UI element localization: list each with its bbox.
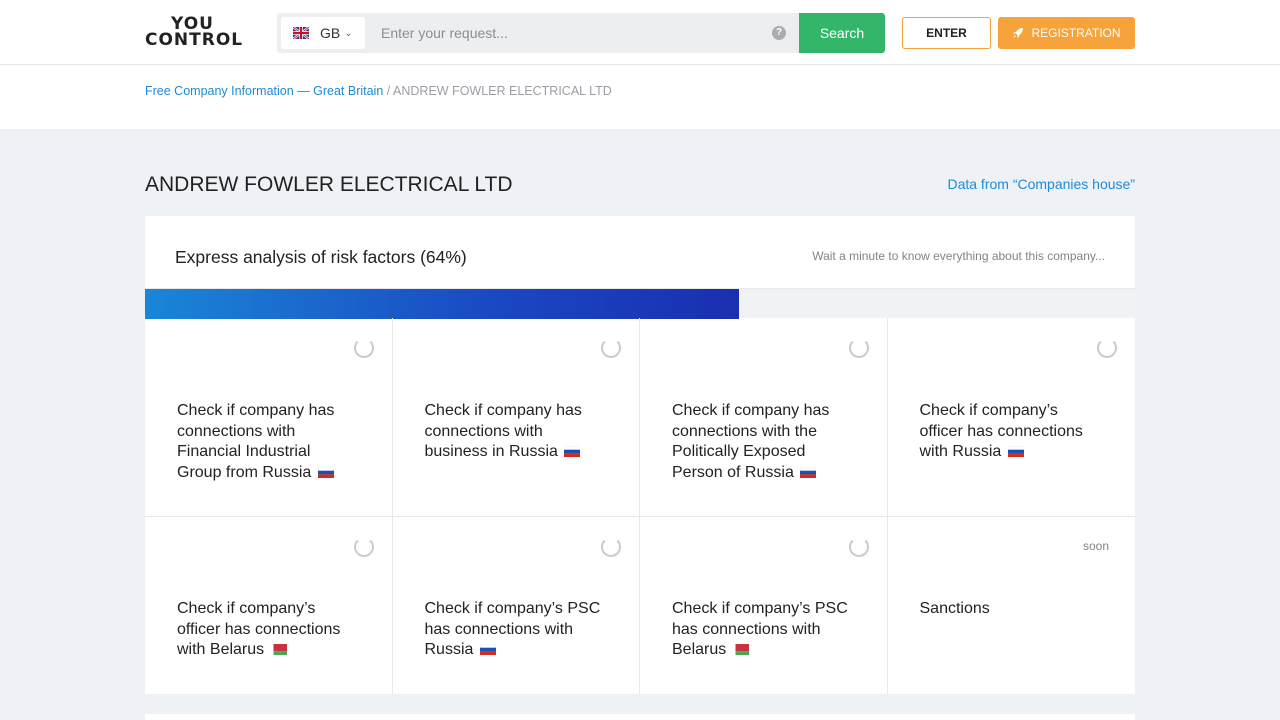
search-bar: GB ⌄ ? [277,13,799,53]
check-label: Check if company’s PSC has connections w… [672,600,848,658]
registration-button[interactable]: REGISTRATION [998,17,1135,49]
loading-spinner-icon [848,537,869,557]
top-bar: YOU CONTROL GB ⌄ ? Search ENTER REG [0,0,1280,65]
belarus-flag-icon [270,644,287,655]
russia-flag-icon [564,446,581,457]
check-card[interactable]: Check if company has connections with bu… [392,318,640,517]
check-card[interactable]: soon Sanctions [888,517,1136,694]
loading-spinner-icon [601,338,621,358]
breadcrumb: Free Company Information — Great Britain… [145,84,612,98]
check-label: Check if company’s officer has connectio… [177,600,341,658]
check-text: Check if company has connections with th… [672,401,851,483]
check-label: Check if company has connections with bu… [424,402,582,460]
analysis-progress-fill [145,289,739,319]
russia-flag-icon [317,466,334,478]
registration-label: REGISTRATION [1031,26,1121,40]
check-card[interactable]: Check if company has connections with th… [640,318,888,517]
check-text: Check if company has connections with bu… [425,401,604,463]
soon-badge: soon [1082,539,1109,553]
loading-spinner-icon [353,338,374,358]
check-text: Check if company has connections with Fi… [177,401,356,483]
loading-spinner-icon [1097,338,1117,358]
loading-spinner-icon [601,537,621,557]
risk-analysis-panel: Express analysis of risk factors (64%) W… [145,216,1135,694]
check-card[interactable]: Check if company’s officer has connectio… [145,517,393,694]
check-label: Check if company’s PSC has connections w… [424,600,601,658]
search-button[interactable]: Search [799,13,885,53]
russia-flag-icon [800,466,817,478]
check-label: Check if company’s officer has connectio… [919,402,1083,460]
check-card[interactable]: Check if company’s PSC has connections w… [393,517,640,694]
check-text: Check if company’s PSC has connections w… [672,599,851,661]
check-text: Check if company’s officer has connectio… [920,401,1100,463]
loading-spinner-icon [353,537,374,557]
country-select[interactable]: GB ⌄ [281,17,365,49]
youcontrol-logo[interactable]: YOU CONTROL [145,15,242,51]
loading-spinner-icon [848,338,869,358]
rocket-icon [1013,28,1024,38]
analysis-title: Express analysis of risk factors (64%) [175,247,467,267]
checks-grid: Check if company has connections with Fi… [145,318,1135,694]
check-text: Check if company’s officer has connectio… [177,599,356,661]
data-source-link[interactable]: Data from “Companies house” [947,176,1135,192]
breadcrumb-separator: / [383,84,394,98]
enter-button[interactable]: ENTER [902,17,991,49]
check-text: Check if company’s PSC has connections w… [425,599,604,661]
search-input[interactable] [373,13,753,53]
check-label: Check if company has connections with Fi… [177,402,335,481]
check-card[interactable]: Check if company has connections with Fi… [145,318,393,517]
russia-flag-icon [1007,446,1024,457]
page-title: ANDREW FOWLER ELECTRICAL LTD [145,173,513,196]
help-icon[interactable]: ? [772,26,786,40]
chevron-down-icon: ⌄ [344,27,353,39]
check-text: Sanctions [920,599,1100,620]
logo-line2: CONTROL [145,30,244,50]
analysis-hint: Wait a minute to know everything about t… [812,249,1105,263]
belarus-flag-icon [732,644,749,655]
check-label: Sanctions [919,600,990,617]
analysis-progress-bar [145,288,1135,319]
country-code: GB [320,25,341,41]
breadcrumb-current: ANDREW FOWLER ELECTRICAL LTD [393,84,612,98]
uk-flag-icon [293,27,309,39]
check-card[interactable]: Check if company’s PSC has connections w… [640,517,888,694]
next-panel-edge [145,714,1135,720]
check-card[interactable]: Check if company’s officer has connectio… [887,318,1135,517]
russia-flag-icon [479,644,496,655]
breadcrumb-link[interactable]: Free Company Information — Great Britain [145,84,383,98]
